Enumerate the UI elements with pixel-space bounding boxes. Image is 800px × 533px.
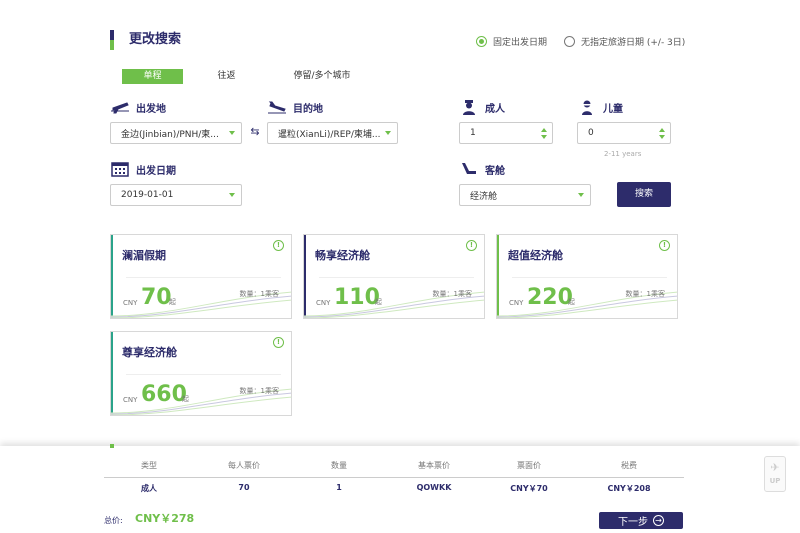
- cell-quantity: 1: [336, 483, 342, 492]
- fare-from: 起: [169, 298, 176, 306]
- cell-base-fare: QOWKK: [416, 483, 452, 492]
- fare-price: 70: [141, 285, 172, 310]
- fare-currency: CNY: [123, 299, 138, 307]
- fare-currency: CNY: [123, 396, 138, 404]
- child-icon: [577, 99, 597, 115]
- fare-price: 110: [334, 285, 380, 310]
- fare-card[interactable]: 超值经济舱 ! CNY 220 起 数量：1乘客: [496, 234, 678, 319]
- fare-from: 起: [182, 395, 189, 403]
- tab-multi-city[interactable]: 停留/多个城市: [286, 69, 358, 84]
- fare-currency: CNY: [509, 299, 524, 307]
- adult-icon: [459, 99, 479, 115]
- next-button[interactable]: 下一步 →: [599, 512, 683, 529]
- cell-type: 成人: [141, 484, 157, 493]
- fare-from: 起: [375, 298, 382, 306]
- divider: [126, 374, 281, 375]
- divider: [512, 277, 667, 278]
- swap-icon[interactable]: ⇆: [248, 126, 262, 138]
- child-label: 儿童: [577, 98, 623, 116]
- chevron-down-icon: [385, 131, 391, 135]
- cabin-select[interactable]: 经济舱: [459, 184, 591, 206]
- scroll-up-button[interactable]: ✈ UP: [764, 456, 786, 492]
- fare-name: 畅享经济舱: [315, 249, 370, 262]
- title-accent: [110, 30, 114, 50]
- search-button[interactable]: 搜索: [617, 182, 671, 207]
- fare-quantity: 数量：1乘客: [239, 290, 279, 298]
- radio-flexible-date[interactable]: 无指定旅游日期 (+/- 3日): [564, 33, 685, 49]
- radio-label: 无指定旅游日期 (+/- 3日): [581, 37, 686, 48]
- tab-round-trip[interactable]: 往返: [204, 69, 249, 84]
- arrow-right-icon: →: [653, 515, 664, 526]
- decrement-icon[interactable]: [659, 135, 665, 139]
- radio-button[interactable]: [564, 35, 575, 47]
- cell-ticket-price: CNY￥70: [510, 484, 548, 493]
- col-fare-per-person: 每人票价: [228, 461, 260, 470]
- destination-select[interactable]: 暹粒(XianLi)/REP/柬埔...: [267, 122, 398, 144]
- fare-price: 660: [141, 382, 187, 407]
- info-icon[interactable]: !: [466, 240, 477, 251]
- date-label: 出发日期: [110, 160, 176, 178]
- chevron-down-icon: [229, 193, 235, 197]
- chevron-down-icon: [578, 193, 584, 197]
- fare-card[interactable]: 尊享经济舱 ! CNY 660 起 数量：1乘客: [110, 331, 292, 416]
- divider: [104, 477, 684, 478]
- fare-quantity: 数量：1乘客: [625, 290, 665, 298]
- seat-icon: [459, 161, 479, 177]
- origin-select[interactable]: 金边(Jinbian)/PNH/柬...: [110, 122, 242, 144]
- date-select[interactable]: 2019-01-01: [110, 184, 242, 206]
- col-type: 类型: [141, 461, 157, 470]
- fare-card[interactable]: 畅享经济舱 ! CNY 110 起 数量：1乘客: [303, 234, 485, 319]
- plane-landing-icon: [267, 99, 287, 115]
- plane-icon: ✈: [770, 461, 780, 474]
- tab-one-way[interactable]: 单程: [122, 69, 183, 84]
- origin-label: 出发地: [110, 98, 166, 116]
- increment-icon[interactable]: [541, 128, 547, 132]
- adult-stepper[interactable]: 1: [459, 122, 553, 144]
- cell-fare-per-person: 70: [238, 483, 250, 492]
- cabin-label: 客舱: [459, 160, 505, 178]
- section-accent: [110, 444, 114, 448]
- cell-tax: CNY￥208: [607, 484, 651, 493]
- chevron-down-icon: [229, 131, 235, 135]
- col-quantity: 数量: [331, 461, 347, 470]
- increment-icon[interactable]: [659, 128, 665, 132]
- fare-from: 起: [568, 298, 575, 306]
- col-ticket-price: 票面价: [517, 461, 541, 470]
- fare-quantity: 数量：1乘客: [239, 387, 279, 395]
- decrement-icon[interactable]: [541, 135, 547, 139]
- fare-quantity: 数量：1乘客: [432, 290, 472, 298]
- page-title: 更改搜索: [129, 32, 182, 47]
- total-value: CNY￥278: [135, 512, 195, 525]
- col-base-fare: 基本票价: [418, 461, 450, 470]
- child-age-hint: 2-11 years: [604, 150, 642, 158]
- col-tax: 税费: [621, 461, 637, 470]
- info-icon[interactable]: !: [273, 240, 284, 251]
- fare-card[interactable]: 澜湄假期 ! CNY 70 起 数量：1乘客: [110, 234, 292, 319]
- divider: [319, 277, 474, 278]
- radio-button[interactable]: [476, 35, 487, 47]
- info-icon[interactable]: !: [273, 337, 284, 348]
- calendar-icon: [110, 161, 130, 177]
- adult-label: 成人: [459, 98, 505, 116]
- summary-table-header: 类型 每人票价 数量 基本票价 票面价 税费: [104, 460, 684, 474]
- fare-name: 澜湄假期: [122, 249, 166, 262]
- radio-label: 固定出发日期: [493, 37, 548, 48]
- destination-label: 目的地: [267, 98, 323, 116]
- fare-name: 尊享经济舱: [122, 346, 177, 359]
- fare-name: 超值经济舱: [508, 249, 563, 262]
- fare-price: 220: [527, 285, 573, 310]
- plane-takeoff-icon: [110, 99, 130, 115]
- child-stepper[interactable]: 0: [577, 122, 671, 144]
- info-icon[interactable]: !: [659, 240, 670, 251]
- fare-currency: CNY: [316, 299, 331, 307]
- table-row: 成人 70 1 QOWKK CNY￥70 CNY￥208: [104, 483, 684, 497]
- divider: [126, 277, 281, 278]
- radio-fixed-date[interactable]: 固定出发日期: [476, 33, 547, 49]
- total-label: 总价:: [104, 516, 123, 525]
